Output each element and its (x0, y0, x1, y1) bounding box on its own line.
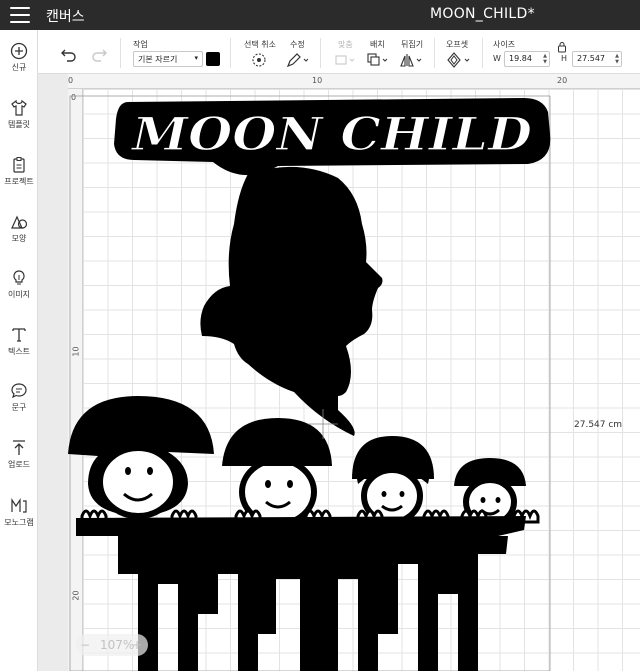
title-text: MOON CHILD (130, 107, 532, 161)
woman-silhouette (200, 166, 383, 436)
size-label: 사이즈 (493, 40, 516, 49)
undo-icon[interactable] (60, 48, 78, 62)
app-title: 캔버스 (46, 9, 85, 25)
hamburger-menu-icon[interactable] (10, 7, 30, 23)
deselect-icon[interactable] (251, 52, 267, 68)
sidebar-item-label: 모노그램 (4, 518, 34, 527)
sidebar-item-label: 프로젝트 (4, 177, 34, 186)
stepper-arrows-icon[interactable]: ▲ ▼ (543, 53, 547, 65)
design-canvas[interactable]: 0 10 20 0 10 20 MOON CHILD 27.547 cm − 1… (38, 74, 640, 671)
sidebar-item-label: 템플릿 (7, 120, 31, 129)
stepper-arrows-icon[interactable]: ▲ ▼ (615, 53, 619, 65)
width-value: 19.84 (509, 54, 532, 63)
ledge (76, 516, 526, 536)
zoom-in-button[interactable]: + (132, 638, 142, 652)
sidebar-item-monogram[interactable]: 모노그램 (0, 497, 38, 528)
sidebar-item-label: 업로드 (7, 460, 31, 469)
sidebar-item-new[interactable]: 신규 (0, 42, 38, 73)
sidebar-item-label: 문구 (11, 403, 27, 412)
sidebar-item-label: 모양 (11, 234, 27, 243)
lock-icon[interactable] (557, 41, 567, 53)
sidebar-item-projects[interactable]: 프로젝트 (0, 156, 38, 187)
offset-label: 오프셋 (446, 40, 469, 49)
width-input[interactable]: 19.84 ▲ ▼ (504, 51, 550, 67)
sidebar-item-images[interactable]: 이미지 (0, 269, 38, 300)
sidebar-item-label: 텍스트 (7, 347, 31, 356)
project-icon (13, 157, 25, 173)
operation-select[interactable]: 기본 자르기 ▾ (133, 51, 203, 67)
plus-circle-icon (10, 42, 28, 60)
align-label: 맞춤 (338, 40, 353, 49)
shapes-icon (11, 215, 28, 229)
color-swatch[interactable] (206, 52, 220, 66)
sidebar-item-label: 이미지 (7, 290, 31, 299)
dripping-city-silhouette (118, 536, 508, 671)
upload-icon (13, 440, 25, 455)
arrange-icon[interactable] (366, 52, 392, 68)
zoom-level: 107% (100, 638, 135, 652)
height-dimension-readout: 27.547 cm (574, 420, 623, 430)
width-label: W (493, 54, 501, 63)
operation-value: 기본 자르기 (138, 55, 178, 64)
sidebar-item-phrases[interactable]: 문구 (0, 382, 38, 413)
sidebar-item-shapes[interactable]: 모양 (0, 213, 38, 244)
edit-label: 수정 (290, 40, 305, 49)
sidebar-item-text[interactable]: 텍스트 (0, 326, 38, 357)
flip-label: 뒤집기 (401, 40, 424, 49)
height-label: H (561, 54, 568, 63)
arrange-label: 배치 (370, 40, 385, 49)
operation-label: 작업 (133, 40, 148, 49)
align-icon[interactable] (334, 52, 360, 68)
pencil-edit-icon[interactable] (286, 52, 312, 68)
chevron-down-icon: ▾ (194, 54, 198, 62)
height-value: 27.547 (577, 54, 605, 63)
offset-icon[interactable] (446, 52, 474, 68)
sidebar-item-label: 신규 (11, 63, 27, 72)
left-sidebar: 신규 템플릿 프로젝트 모양 이미지 텍스트 문구 업로드 모노그램 (0, 30, 38, 671)
moon-child-design[interactable]: MOON CHILD (38, 74, 640, 671)
redo-icon[interactable] (90, 48, 108, 62)
zoom-control: − 107% + (76, 634, 148, 656)
sidebar-item-templates[interactable]: 템플릿 (0, 99, 38, 130)
monogram-icon (11, 498, 27, 513)
flip-icon[interactable] (400, 52, 426, 68)
shirt-icon (11, 99, 27, 116)
height-input[interactable]: 27.547 ▲ ▼ (572, 51, 622, 67)
zoom-out-button[interactable]: − (80, 638, 90, 652)
deselect-label: 선택 취소 (244, 40, 276, 49)
lightbulb-icon (13, 270, 25, 285)
document-title[interactable]: MOON_CHILD* (430, 6, 535, 22)
text-t-icon (12, 328, 26, 342)
chat-bubble-icon (11, 383, 27, 399)
sidebar-item-upload[interactable]: 업로드 (0, 439, 38, 470)
toolbar: 작업 기본 자르기 ▾ 선택 취소 수정 맞춤 배치 뒤집기 오프셋 사이즈 W… (38, 30, 640, 74)
top-bar: 캔버스 MOON_CHILD* (0, 0, 640, 30)
